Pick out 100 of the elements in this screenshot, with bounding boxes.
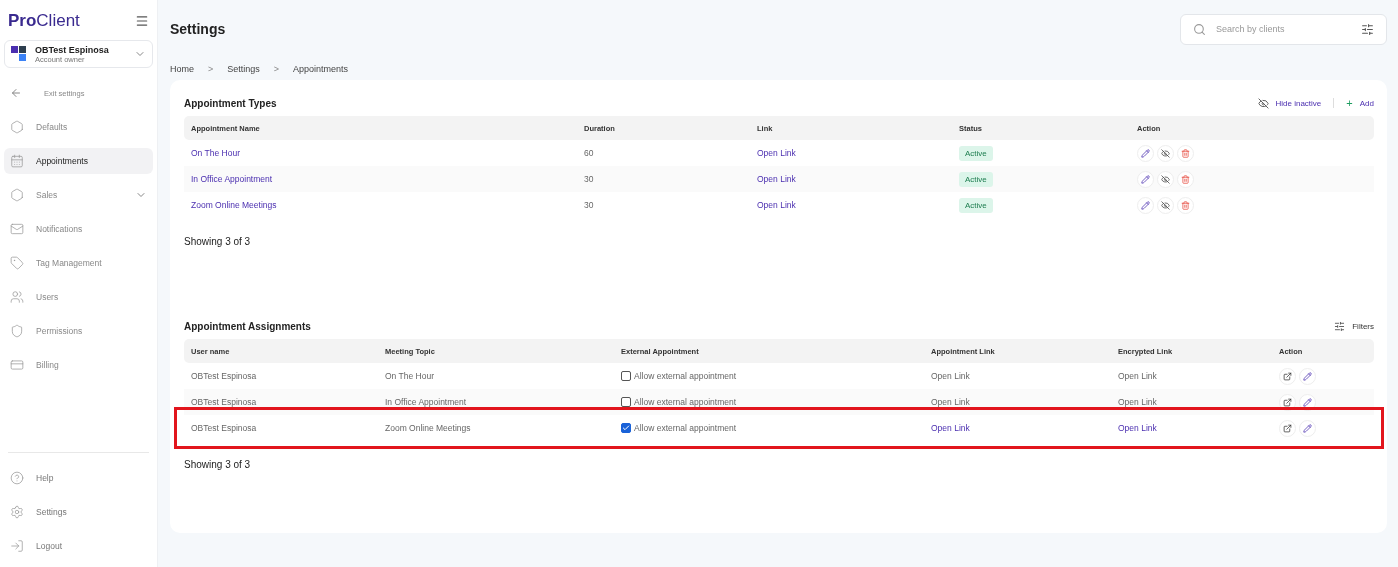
- allow-external-checkbox[interactable]: Allow external appointment: [621, 423, 931, 433]
- calendar-icon: [10, 154, 24, 168]
- nav-item[interactable]: Sales: [4, 182, 153, 208]
- hexagon-icon: [10, 120, 24, 134]
- table-cell-text: OBTest Espinosa: [191, 423, 258, 433]
- edit-button[interactable]: [1137, 144, 1154, 162]
- nav-item[interactable]: Logout: [4, 533, 153, 559]
- eye-off-icon: [1161, 148, 1170, 158]
- nav-item[interactable]: Appointments: [4, 148, 153, 174]
- status-badge: Active: [959, 197, 993, 213]
- table-cell-text: Zoom Online Meetings: [385, 423, 472, 433]
- sliders-icon: [1334, 320, 1346, 332]
- share-button[interactable]: [1279, 367, 1296, 385]
- appointment-name-link[interactable]: Zoom Online Meetings: [191, 200, 277, 210]
- open-link[interactable]: Open Link: [757, 200, 796, 210]
- appointment-name-link[interactable]: On The Hour: [191, 148, 240, 158]
- nav-item[interactable]: Help: [4, 465, 153, 491]
- open-link[interactable]: Open Link: [757, 148, 796, 158]
- nav-item[interactable]: Defaults: [4, 114, 153, 140]
- open-link[interactable]: Open Link: [1118, 423, 1157, 433]
- delete-button[interactable]: [1177, 144, 1194, 162]
- card-icon: [10, 358, 24, 372]
- breadcrumb-item[interactable]: Appointments: [293, 64, 349, 74]
- delete-button[interactable]: [1177, 196, 1194, 214]
- hide-button[interactable]: [1157, 144, 1174, 162]
- breadcrumb-item[interactable]: Settings: [227, 64, 260, 74]
- eye-off-icon: [1257, 97, 1269, 109]
- section-title: Appointment Types: [184, 97, 277, 109]
- nav-item[interactable]: Permissions: [4, 318, 153, 344]
- table-cell-text: OBTest Espinosa: [191, 371, 258, 381]
- pencil-icon: [1141, 174, 1150, 184]
- hide-button[interactable]: [1157, 196, 1174, 214]
- envelope-icon: [10, 222, 24, 236]
- hexagon-icon: [10, 188, 24, 202]
- shield-icon: [10, 324, 24, 338]
- share-button[interactable]: [1279, 419, 1296, 437]
- settings-icon: [10, 505, 24, 519]
- nav-item[interactable]: Users: [4, 284, 153, 310]
- showing-count: Showing 3 of 3: [184, 236, 252, 247]
- trash-icon: [1181, 148, 1190, 158]
- brand-logo: ProClient: [8, 11, 80, 31]
- pencil-icon: [1303, 371, 1312, 381]
- edit-button[interactable]: [1137, 170, 1154, 188]
- account-name: OBTest Espinosa: [35, 44, 110, 55]
- table-cell-text: On The Hour: [385, 371, 435, 381]
- nav-item[interactable]: Notifications: [4, 216, 153, 242]
- open-link[interactable]: Open Link: [757, 174, 796, 184]
- allow-external-checkbox[interactable]: Allow external appointment: [621, 371, 931, 381]
- filter-icon[interactable]: [1361, 22, 1374, 36]
- table-cell-text: 30: [584, 200, 595, 210]
- status-badge: Active: [959, 171, 993, 187]
- nav-item[interactable]: Tag Management: [4, 250, 153, 276]
- pencil-icon: [1303, 397, 1312, 407]
- open-link[interactable]: Open Link: [1118, 397, 1157, 407]
- page-title: Settings: [170, 21, 226, 37]
- edit-button[interactable]: [1299, 367, 1316, 385]
- status-badge: Active: [959, 145, 993, 161]
- help-icon: [10, 471, 24, 485]
- table-cell-text: OBTest Espinosa: [191, 397, 258, 407]
- hide-button[interactable]: [1157, 170, 1174, 188]
- arrow-left-icon: [10, 87, 22, 99]
- trash-icon: [1181, 174, 1190, 184]
- open-link[interactable]: Open Link: [1118, 371, 1157, 381]
- appointment-name-link[interactable]: In Office Appointment: [191, 174, 273, 184]
- table-cell-text: In Office Appointment: [385, 397, 468, 407]
- search-icon: [1193, 22, 1206, 36]
- eye-off-icon: [1161, 200, 1170, 210]
- open-link[interactable]: Open Link: [931, 397, 970, 407]
- logout-icon: [10, 539, 24, 553]
- allow-external-checkbox[interactable]: Allow external appointment: [621, 397, 931, 407]
- open-link[interactable]: Open Link: [931, 371, 970, 381]
- table-cell-text: 30: [584, 174, 595, 184]
- check-icon: [622, 424, 630, 432]
- delete-button[interactable]: [1177, 170, 1194, 188]
- edit-button[interactable]: [1299, 419, 1316, 437]
- pencil-icon: [1141, 200, 1150, 210]
- table-cell-text: 60: [584, 148, 595, 158]
- pencil-icon: [1303, 423, 1312, 433]
- external-link-icon: [1283, 371, 1292, 381]
- search-field[interactable]: Search by clients: [1180, 13, 1387, 45]
- eye-off-icon: [1161, 174, 1170, 184]
- breadcrumb-separator: >: [273, 64, 280, 74]
- showing-count: Showing 3 of 3: [184, 459, 252, 470]
- account-logo-icon: [11, 46, 27, 62]
- add-button[interactable]: + Add: [1346, 97, 1374, 109]
- external-link-icon: [1283, 397, 1292, 407]
- users-icon: [10, 290, 24, 304]
- filters-button[interactable]: Filters: [1334, 320, 1374, 332]
- breadcrumb-item[interactable]: Home: [170, 64, 194, 74]
- external-link-icon: [1283, 423, 1292, 433]
- menu-icon[interactable]: [135, 14, 149, 28]
- pencil-icon: [1141, 148, 1150, 158]
- breadcrumb-separator: >: [208, 64, 214, 74]
- tag-icon: [10, 256, 24, 270]
- edit-button[interactable]: [1137, 196, 1154, 214]
- nav-item[interactable]: Settings: [4, 499, 153, 525]
- trash-icon: [1181, 200, 1190, 210]
- open-link[interactable]: Open Link: [931, 423, 970, 433]
- section-title: Appointment Assignments: [184, 320, 311, 332]
- nav-item[interactable]: Billing: [4, 352, 153, 378]
